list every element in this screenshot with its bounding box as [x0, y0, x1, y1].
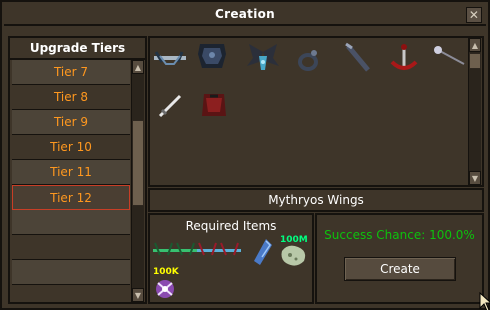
selected-item-name: Mythryos Wings	[148, 188, 484, 212]
tier-row-7[interactable]: Tier 7	[12, 60, 130, 85]
scroll-down-icon[interactable]: ▼	[469, 171, 481, 185]
items-scrollbar[interactable]: ▲ ▼	[468, 38, 481, 185]
scroll-up-icon[interactable]: ▲	[469, 38, 481, 52]
cursor-icon	[479, 292, 490, 310]
tier-row-10[interactable]: Tier 10	[12, 135, 130, 160]
blue-crossbow-icon	[197, 242, 219, 256]
tier-list: Tier 7 Tier 8 Tier 9 Tier 10 Tier 11 Tie…	[12, 60, 130, 302]
scroll-down-icon[interactable]: ▼	[132, 288, 144, 302]
demon-wings-icon[interactable]	[245, 42, 281, 74]
dagger-icon[interactable]	[152, 90, 188, 122]
creation-window: Creation ✕ Upgrade Tiers Tier 7 Tier 8 T…	[0, 0, 490, 310]
tier-row-empty[interactable]	[12, 210, 130, 235]
action-panel: Success Chance: 100.0% Create	[315, 213, 484, 304]
wand-icon[interactable]	[432, 42, 468, 74]
scroll-thumb[interactable]	[469, 53, 481, 69]
scroll-up-icon[interactable]: ▲	[132, 60, 144, 74]
red-cape-icon[interactable]	[196, 88, 232, 120]
anchor-icon[interactable]	[386, 42, 422, 74]
required-items-title: Required Items	[185, 219, 277, 233]
tier-row-empty[interactable]	[12, 235, 130, 260]
window-titlebar: Creation ✕	[4, 4, 486, 26]
pale-gem-icon	[281, 245, 306, 266]
purple-orb-icon	[156, 280, 174, 298]
blue-crystal-icon	[254, 239, 272, 265]
tier-row-empty[interactable]	[12, 260, 130, 285]
window-title: Creation	[215, 7, 275, 21]
scroll-thumb[interactable]	[132, 120, 144, 206]
green-crossbow-icon	[153, 242, 175, 256]
staff-icon[interactable]	[340, 42, 376, 74]
armadyl-crossbow-icon[interactable]	[152, 42, 188, 74]
tier-row-9[interactable]: Tier 9	[12, 110, 130, 135]
upgrade-tiers-panel: Upgrade Tiers Tier 7 Tier 8 Tier 9 Tier …	[8, 36, 147, 304]
dragon-armour-icon[interactable]	[194, 40, 230, 72]
tier-scrollbar[interactable]: ▲ ▼	[131, 60, 144, 302]
close-icon[interactable]: ✕	[466, 7, 482, 23]
create-button[interactable]: Create	[344, 257, 456, 281]
tier-row-8[interactable]: Tier 8	[12, 85, 130, 110]
required-items-panel: Required Items 100M 100K	[148, 213, 314, 304]
green-crossbow-icon	[175, 242, 197, 256]
ring-icon[interactable]	[292, 44, 328, 76]
tier-row-11[interactable]: Tier 11	[12, 160, 130, 185]
success-chance: Success Chance: 100.0%	[324, 228, 475, 242]
blue-crossbow-icon	[219, 242, 241, 256]
upgrade-tiers-header: Upgrade Tiers	[10, 38, 145, 60]
items-grid-panel: ▲ ▼	[148, 36, 484, 187]
tier-row-12[interactable]: Tier 12	[12, 185, 130, 210]
item-grid	[150, 38, 468, 185]
